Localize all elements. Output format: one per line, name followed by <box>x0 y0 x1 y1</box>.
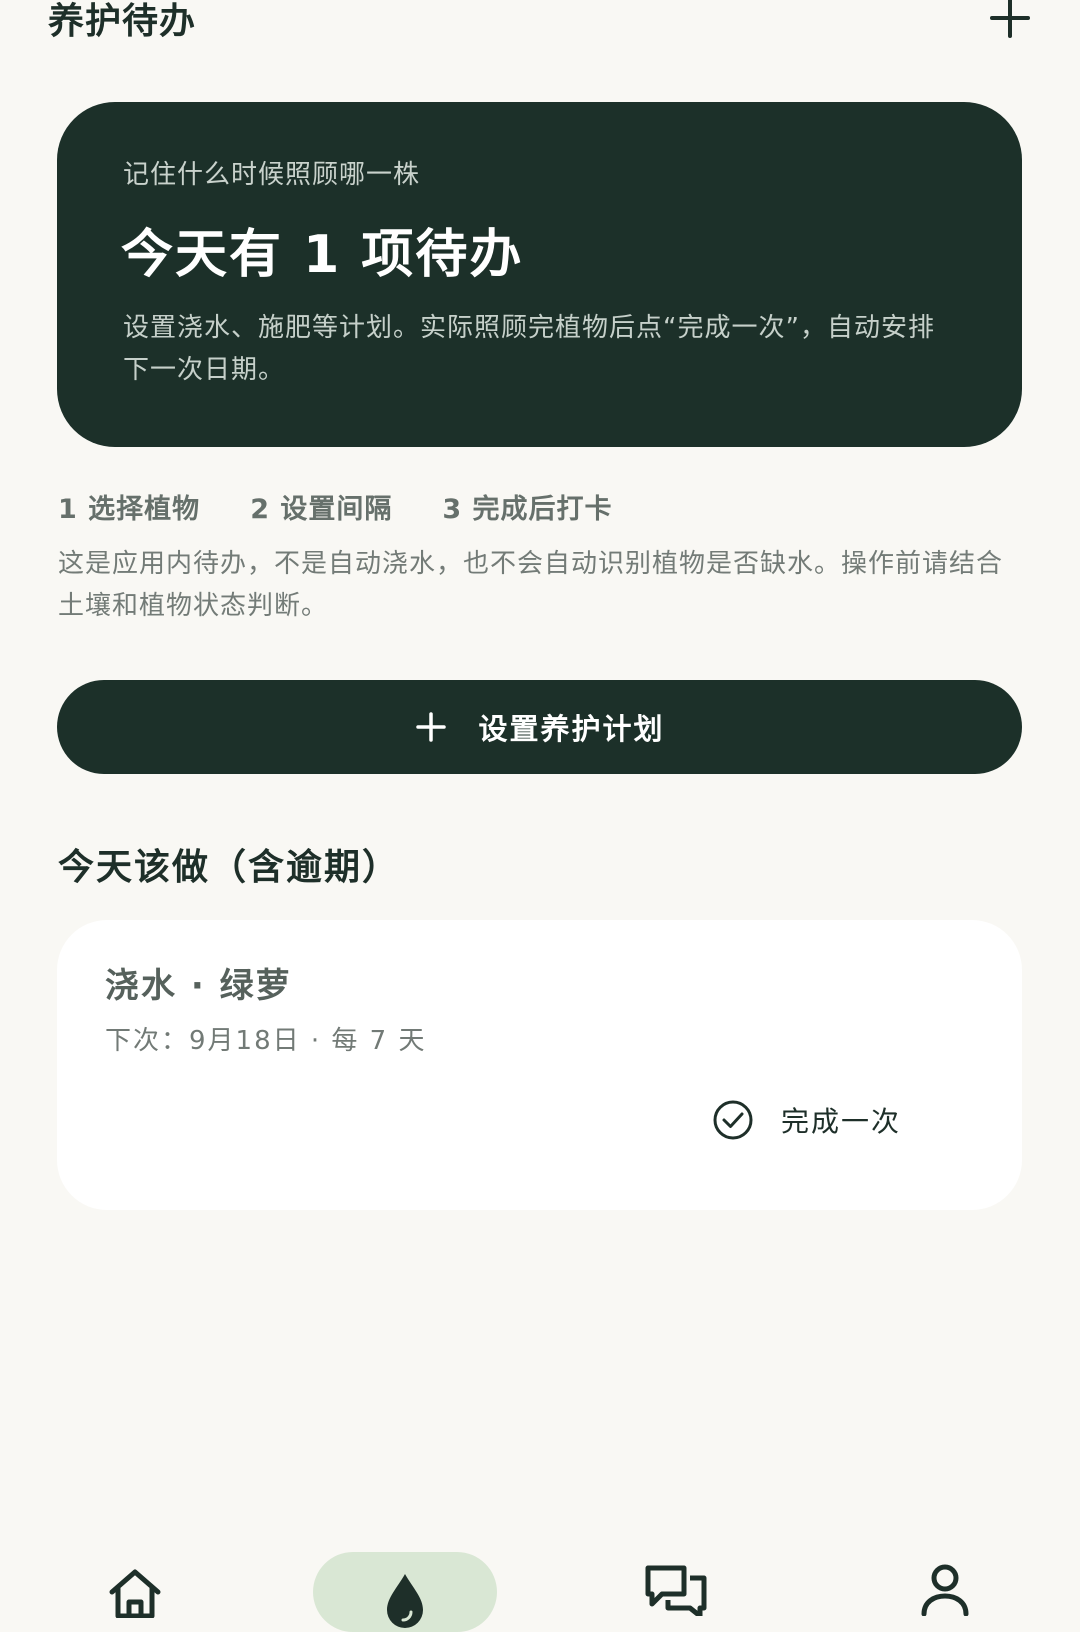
disclaimer-note: 这是应用内待办，不是自动浇水，也不会自动识别植物是否缺水。操作前请结合土壤和植物… <box>58 549 1004 621</box>
section-title: 今天该做（含逾期） <box>58 847 401 888</box>
task-meta: 下次：9月18日 · 每 7 天 <box>105 1026 427 1056</box>
drop-icon <box>387 1574 423 1628</box>
home-icon <box>109 1569 161 1618</box>
summary-card: 记住什么时候照顾哪一株 今天有 1 项待办 设置浇水、施肥等计划。实际照顾完植物… <box>57 102 1022 447</box>
plus-icon[interactable] <box>988 0 1032 40</box>
user-icon <box>921 1564 969 1616</box>
plus-icon <box>416 712 447 742</box>
bottom-nav <box>0 1540 1080 1632</box>
set-care-plan-button[interactable]: 设置养护计划 <box>57 680 1022 774</box>
top-bar: 养护待办 <box>0 0 1080 80</box>
nav-chat[interactable] <box>640 1540 710 1620</box>
summary-eyebrow: 记住什么时候照顾哪一株 <box>123 160 421 190</box>
summary-description: 设置浇水、施肥等计划。实际照顾完植物后点“完成一次”，自动安排下一次日期。 <box>123 313 935 385</box>
chat-icon <box>645 1565 707 1616</box>
steps-list: 1 选择植物 2 设置间隔 3 完成后打卡 <box>58 487 613 526</box>
page-title: 养护待办 <box>48 1 197 42</box>
step-item: 2 设置间隔 <box>250 494 393 525</box>
summary-title: 今天有 1 项待办 <box>121 225 524 285</box>
nav-profile[interactable] <box>912 1540 982 1620</box>
check-circle-icon <box>713 1100 753 1140</box>
nav-care[interactable] <box>313 1552 497 1632</box>
task-card: 浇水 · 绿萝 下次：9月18日 · 每 7 天 完成一次 <box>57 920 1022 1210</box>
nav-home[interactable] <box>100 1540 170 1620</box>
step-item: 3 完成后打卡 <box>442 494 613 525</box>
complete-once-label: 完成一次 <box>781 1105 902 1138</box>
complete-once-button[interactable]: 完成一次 <box>711 1092 901 1148</box>
set-care-plan-label: 设置养护计划 <box>478 712 665 746</box>
step-item: 1 选择植物 <box>58 494 201 525</box>
task-title: 浇水 · 绿萝 <box>105 966 292 1006</box>
